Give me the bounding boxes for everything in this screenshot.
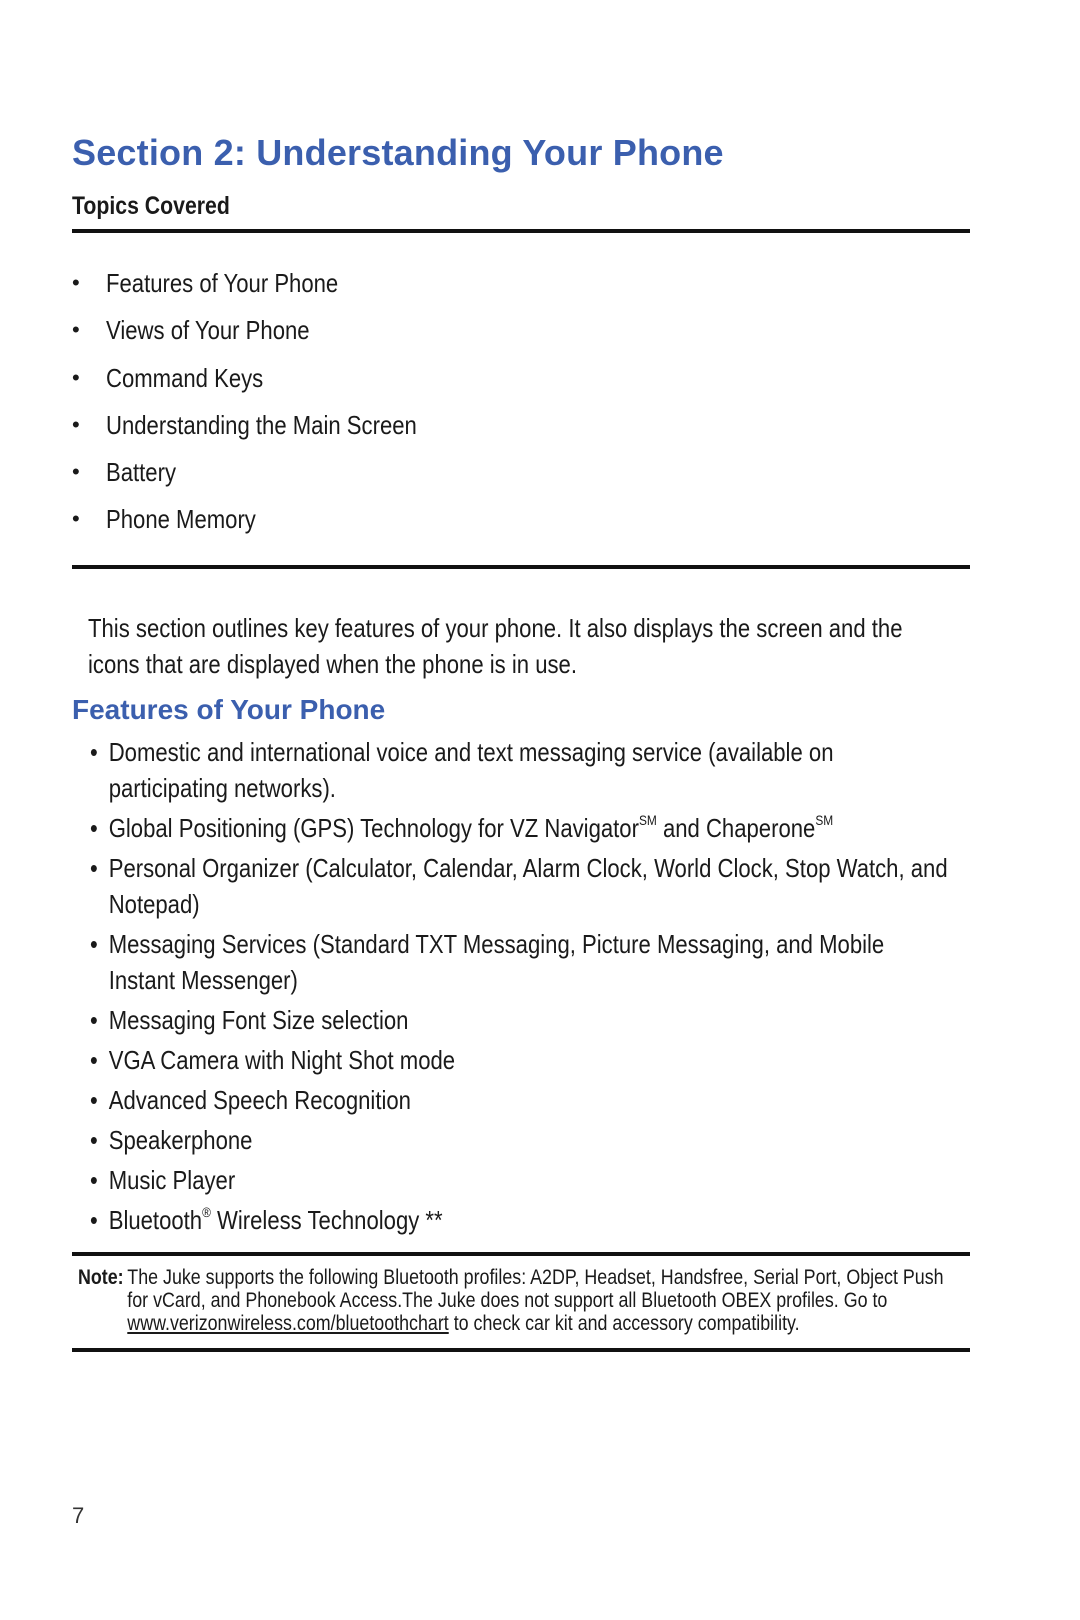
bullet-icon: • <box>90 853 98 883</box>
topic-item: • Phone Memory <box>72 504 256 535</box>
intro-text: This section outlines key features of yo… <box>88 613 903 679</box>
divider-topics-bottom <box>72 565 970 569</box>
bullet-icon: • <box>90 1125 98 1155</box>
feature-item: • Personal Organizer (Calculator, Calenda… <box>90 850 949 922</box>
service-mark: SM <box>815 812 834 828</box>
feature-item: • Domestic and international voice and te… <box>90 734 949 806</box>
topic-item: • Command Keys <box>72 362 264 393</box>
topic-item: • Understanding the Main Screen <box>72 409 417 440</box>
feature-item: • Speakerphone <box>90 1122 949 1158</box>
page-title: Section 2: Understanding Your Phone <box>72 132 724 174</box>
service-mark: SM <box>638 812 657 828</box>
bullet-icon: • <box>72 411 80 437</box>
bullet-icon: • <box>72 317 80 343</box>
bullet-icon: • <box>90 813 98 843</box>
divider-top <box>72 229 970 233</box>
feature-item: • Global Positioning (GPS) Technology for… <box>90 810 949 846</box>
intro-paragraph: This section outlines key features of yo… <box>88 610 938 682</box>
bullet-icon: • <box>90 737 98 767</box>
bullet-icon: • <box>90 1005 98 1035</box>
bullet-icon: • <box>72 364 80 390</box>
bluetooth-chart-link[interactable]: www.verizonwireless.com/bluetoothchart <box>127 1312 448 1335</box>
features-heading: Features of Your Phone <box>72 694 386 725</box>
bullet-icon: • <box>72 506 80 532</box>
topics-list: • Features of Your Phone • Views of Your P… <box>72 268 472 552</box>
feature-item: • Messaging Font Size selection <box>90 1002 949 1038</box>
bullet-icon: • <box>90 1085 98 1115</box>
topic-item: • Views of Your Phone <box>72 315 310 346</box>
topic-item: • Features of Your Phone <box>72 268 339 298</box>
divider-note-top <box>72 1252 970 1256</box>
bullet-icon: • <box>90 929 98 959</box>
page-number: 7 <box>72 1503 85 1528</box>
bullet-icon: • <box>72 459 80 485</box>
topics-covered-heading: Topics Covered <box>72 192 230 220</box>
topic-item: • Battery <box>72 457 177 488</box>
features-list: • Domestic and international voice and te… <box>90 734 949 1242</box>
note-text: The Juke supports the following Bluetoot… <box>127 1266 944 1335</box>
note-block: Note: The Juke supports the following Bl… <box>78 1266 962 1335</box>
feature-item: • Bluetooth® Wireless Technology ** <box>90 1202 949 1238</box>
registered-mark: ® <box>202 1204 211 1220</box>
bullet-icon: • <box>72 270 80 295</box>
note-label: Note: <box>78 1266 124 1289</box>
divider-note-bottom <box>72 1348 970 1352</box>
bullet-icon: • <box>90 1045 98 1075</box>
bullet-icon: • <box>90 1165 98 1195</box>
bullet-icon: • <box>90 1205 98 1235</box>
feature-item: • Music Player <box>90 1162 949 1198</box>
feature-item: • Advanced Speech Recognition <box>90 1082 949 1118</box>
feature-item: • VGA Camera with Night Shot mode <box>90 1042 949 1078</box>
feature-item: • Messaging Services (Standard TXT Messag… <box>90 926 949 998</box>
